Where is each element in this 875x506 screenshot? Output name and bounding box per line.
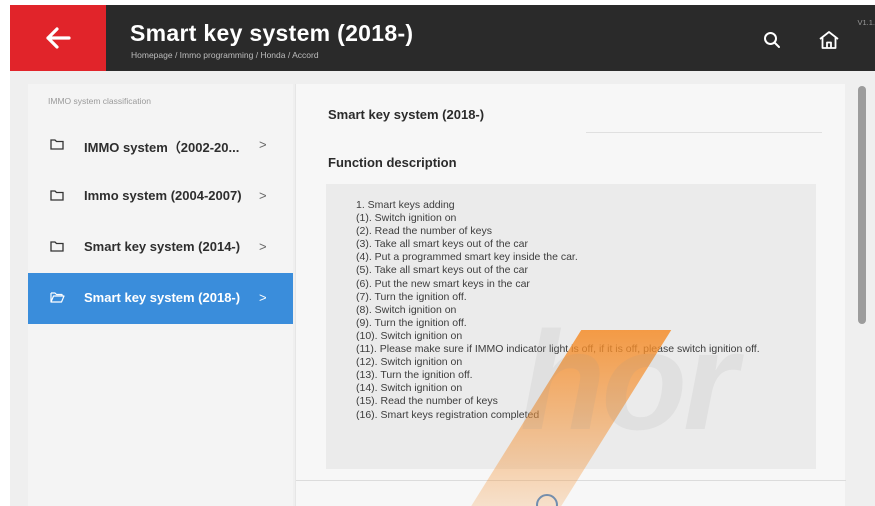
description-line: (10). Switch ignition on: [356, 329, 463, 342]
sidebar-item-smart-key-2018[interactable]: Smart key system (2018-) >: [28, 273, 293, 324]
home-icon: [819, 31, 839, 49]
page-title: Smart key system (2018-): [130, 20, 414, 46]
sidebar-item-immo-2004[interactable]: Immo system (2004-2007) >: [28, 171, 293, 222]
description-line: (11). Please make sure if IMMO indicator…: [356, 343, 760, 356]
description-line: (1). Switch ignition on: [356, 212, 457, 225]
description-line: (7). Turn the ignition off.: [356, 290, 467, 303]
content-panel: Smart key system (2018-) Function descri…: [295, 84, 846, 506]
search-icon: [764, 32, 780, 48]
sidebar: IMMO system classification IMMO system（2…: [28, 84, 293, 506]
version-label: V1.1.: [857, 18, 875, 27]
description-line: (5). Take all smart keys out of the car: [356, 264, 528, 277]
description-line: (12). Switch ignition on: [356, 356, 463, 369]
sidebar-item-label: Smart key system (2018-): [84, 290, 241, 305]
footer-divider: [296, 480, 846, 481]
description-line: (9). Turn the ignition off.: [356, 316, 467, 329]
folder-open-icon: [50, 292, 65, 303]
sidebar-item-label: IMMO system（2002-20...: [84, 140, 240, 155]
content-title: Smart key system (2018-): [328, 107, 485, 122]
back-button[interactable]: [10, 5, 106, 71]
top-bar: Smart key system (2018-) Homepage / Immo…: [10, 5, 875, 71]
description-line: (3). Take all smart keys out of the car: [356, 238, 528, 251]
folder-icon: [50, 241, 64, 252]
description-line: (15). Read the number of keys: [356, 395, 498, 408]
function-description-heading: Function description: [328, 155, 457, 170]
chevron-right-icon: >: [259, 137, 267, 152]
description-line: 1. Smart keys adding: [356, 199, 455, 211]
sidebar-item-immo-2002[interactable]: IMMO system（2002-20... >: [28, 120, 293, 171]
description-line: (13). Turn the ignition off.: [356, 369, 473, 382]
description-line: (16). Smart keys registration completed: [356, 408, 540, 421]
sidebar-item-label: Immo system (2004-2007): [84, 188, 242, 203]
action-circle-button[interactable]: [536, 494, 558, 506]
chevron-right-icon: >: [259, 290, 267, 305]
home-button[interactable]: [814, 25, 844, 55]
description-line: (4). Put a programmed smart key inside t…: [356, 251, 578, 264]
breadcrumb: Homepage / Immo programming / Honda / Ac…: [131, 50, 319, 60]
description-box: 1. Smart keys adding (1). Switch ignitio…: [326, 184, 816, 469]
sidebar-item-label: Smart key system (2014-): [84, 239, 241, 254]
description-line: (6). Put the new smart keys in the car: [356, 277, 530, 290]
title-divider: [586, 132, 822, 133]
description-line: (2). Read the number of keys: [356, 225, 492, 238]
search-button[interactable]: [757, 25, 787, 55]
sidebar-item-smart-key-2014[interactable]: Smart key system (2014-) >: [28, 222, 293, 273]
description-line: (14). Switch ignition on: [356, 382, 463, 395]
description-line: (8). Switch ignition on: [356, 303, 457, 316]
scrollbar[interactable]: [858, 86, 866, 324]
chevron-right-icon: >: [259, 239, 267, 254]
folder-icon: [50, 190, 64, 201]
back-arrow-icon: [46, 27, 71, 49]
description-text: 1. Smart keys adding (1). Switch ignitio…: [356, 199, 816, 422]
chevron-right-icon: >: [259, 188, 267, 203]
folder-icon: [50, 139, 64, 150]
sidebar-heading: IMMO system classification: [48, 96, 151, 106]
